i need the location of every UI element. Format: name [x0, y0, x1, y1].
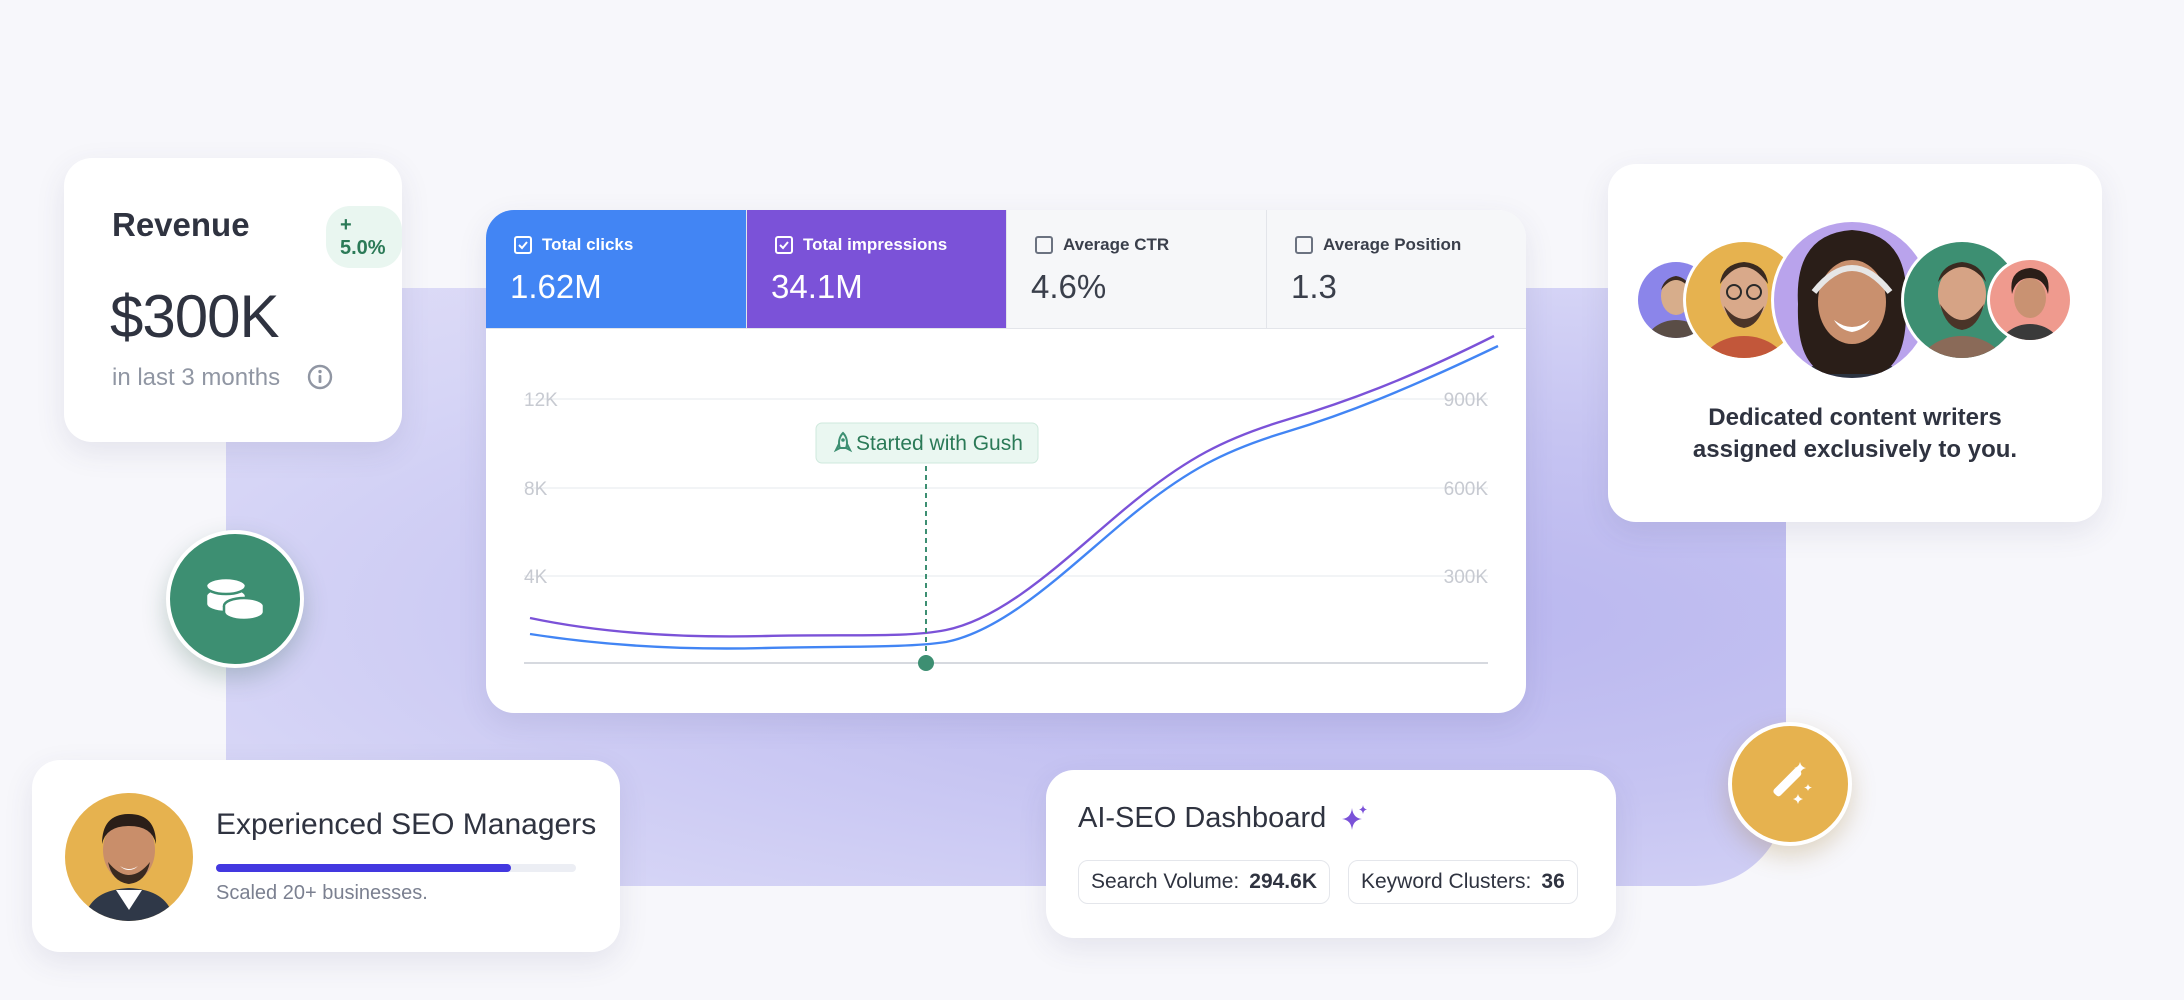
managers-title: Experienced SEO Managers — [216, 808, 597, 841]
ai-seo-dashboard-card: AI-SEO Dashboard Search Volume: 294.6K K… — [1046, 770, 1616, 938]
info-icon[interactable] — [307, 364, 333, 395]
annotation-marker-dot[interactable] — [918, 655, 934, 671]
avatar — [65, 793, 193, 921]
search-volume-stat: Search Volume: 294.6K — [1078, 860, 1330, 904]
tab-value: 1.62M — [510, 268, 602, 305]
revenue-value: $300K — [110, 283, 279, 350]
tab-label: Average Position — [1323, 235, 1462, 254]
series-line-total-clicks — [529, 344, 1499, 650]
revenue-growth-badge: + 5.0% — [326, 206, 402, 268]
metric-tabs: Total clicks 1.62M Total impressions 34.… — [486, 210, 1526, 329]
managers-progress-fill — [216, 864, 512, 872]
revenue-period: in last 3 months — [112, 364, 281, 391]
left-axis-tick: 4K — [524, 567, 548, 588]
seo-managers-card: Experienced SEO Managers Scaled 20+ busi… — [32, 760, 620, 952]
series-line-total-impressions — [529, 334, 1495, 638]
checkbox-icon[interactable] — [1295, 236, 1313, 254]
revenue-title: Revenue — [112, 206, 250, 243]
tab-label: Total clicks — [542, 235, 634, 254]
tab-label: Total impressions — [803, 235, 948, 254]
right-axis-tick: 900K — [1444, 390, 1489, 411]
left-axis-tick: 8K — [524, 479, 548, 500]
search-volume-label: Search Volume: — [1091, 870, 1240, 893]
writers-description-line: Dedicated content writers — [1708, 404, 2002, 431]
performance-line-chart: 12K 8K 4K 900K 600K 300K Started with Gu… — [524, 334, 1499, 671]
dashboard-title: AI-SEO Dashboard — [1078, 802, 1327, 834]
tab-average-position[interactable]: Average Position 1.3 — [1266, 210, 1526, 328]
sparkle-icon — [1338, 802, 1370, 839]
tab-average-ctr[interactable]: Average CTR 4.6% — [1006, 210, 1266, 328]
tab-total-clicks[interactable]: Total clicks 1.62M — [486, 210, 746, 328]
tab-value: 4.6% — [1031, 268, 1107, 305]
checkbox-icon[interactable] — [1035, 236, 1053, 254]
avatar — [1987, 257, 2073, 343]
managers-progress-bar — [216, 864, 576, 872]
coins-icon — [202, 572, 268, 627]
search-volume-value: 294.6K — [1249, 870, 1317, 893]
search-performance-chart-card: Total clicks 1.62M Total impressions 34.… — [486, 210, 1526, 713]
content-writers-card: Dedicated content writers assigned exclu… — [1608, 164, 2102, 522]
writer-avatar-group — [1635, 219, 2073, 381]
right-axis-tick: 600K — [1444, 479, 1489, 500]
annotation-label: Started with Gush — [856, 432, 1023, 455]
keyword-clusters-label: Keyword Clusters: — [1361, 870, 1532, 893]
writers-description-line: assigned exclusively to you. — [1692, 436, 2018, 463]
revenue-card: Revenue + 5.0% $300K in last 3 months — [64, 158, 402, 442]
right-axis-tick: 300K — [1444, 567, 1489, 588]
magic-wand-icon — [1762, 754, 1818, 815]
magic-wand-badge — [1728, 722, 1852, 846]
checkbox-icon[interactable] — [514, 236, 532, 254]
tab-label: Average CTR — [1063, 235, 1170, 254]
checkbox-icon[interactable] — [775, 236, 793, 254]
tab-total-impressions[interactable]: Total impressions 34.1M — [746, 210, 1006, 328]
managers-subtitle: Scaled 20+ businesses. — [216, 882, 428, 904]
tab-value: 1.3 — [1291, 268, 1337, 305]
keyword-clusters-value: 36 — [1541, 870, 1565, 893]
writers-description: Dedicated content writers assigned exclu… — [1608, 402, 2102, 466]
left-axis-tick: 12K — [524, 390, 558, 411]
keyword-clusters-stat: Keyword Clusters: 36 — [1348, 860, 1578, 904]
tab-value: 34.1M — [771, 268, 863, 305]
coins-badge — [166, 530, 304, 668]
